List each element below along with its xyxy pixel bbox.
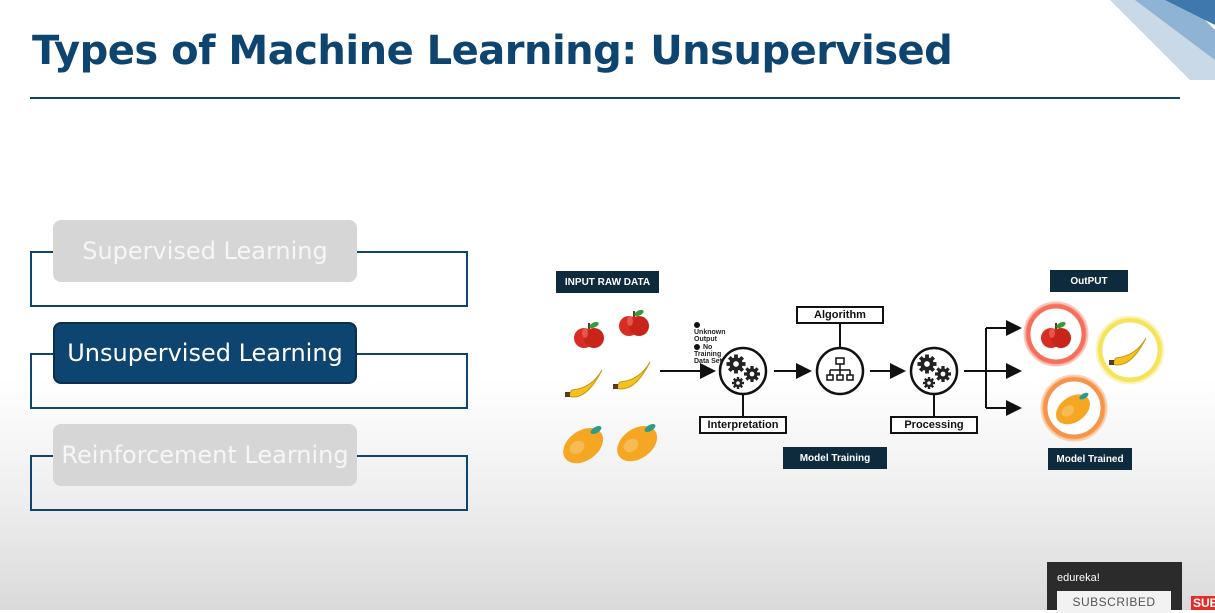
legend-item-unknown-output: Unknown Output xyxy=(694,322,726,343)
banana-icon xyxy=(1095,315,1165,385)
subscribe-badge[interactable]: SUBSCRIBE xyxy=(1191,596,1215,610)
banana-icon xyxy=(564,369,603,398)
slide-title: Types of Machine Learning: Unsupervised xyxy=(32,28,953,74)
hierarchy-icon xyxy=(815,346,865,396)
interpretation-label: Interpretation xyxy=(699,416,787,434)
output-label: OutPUT xyxy=(1050,270,1128,292)
algorithm-label: Algorithm xyxy=(796,306,884,324)
legend-item-no-training-data: No Training Data Set xyxy=(694,344,723,365)
reinforcement-learning-button[interactable]: Reinforcement Learning xyxy=(53,424,357,486)
legend: Unknown Output No Training Data Set xyxy=(694,322,726,365)
gears-icon xyxy=(718,346,768,396)
apple-icon xyxy=(1023,301,1089,367)
mango-icon xyxy=(610,418,664,469)
supervised-learning-button[interactable]: Supervised Learning xyxy=(53,220,357,282)
channel-name: edureka! xyxy=(1057,572,1100,584)
mango-icon xyxy=(556,420,610,471)
corner-stripes-decoration xyxy=(1110,0,1215,80)
input-raw-data-label: INPUT RAW DATA xyxy=(556,271,659,293)
gears-icon xyxy=(909,346,959,396)
apple-icon xyxy=(574,320,604,348)
unsupervised-learning-button[interactable]: Unsupervised Learning xyxy=(53,322,357,384)
apple-icon xyxy=(619,308,649,336)
model-trained-label: Model Trained xyxy=(1048,448,1132,470)
mango-icon xyxy=(1040,374,1108,442)
banana-icon xyxy=(612,361,651,390)
channel-card: edureka! SUBSCRIBED xyxy=(1047,562,1182,613)
model-training-label: Model Training xyxy=(783,447,887,469)
title-divider xyxy=(30,97,1180,99)
processing-label: Processing xyxy=(890,416,978,434)
